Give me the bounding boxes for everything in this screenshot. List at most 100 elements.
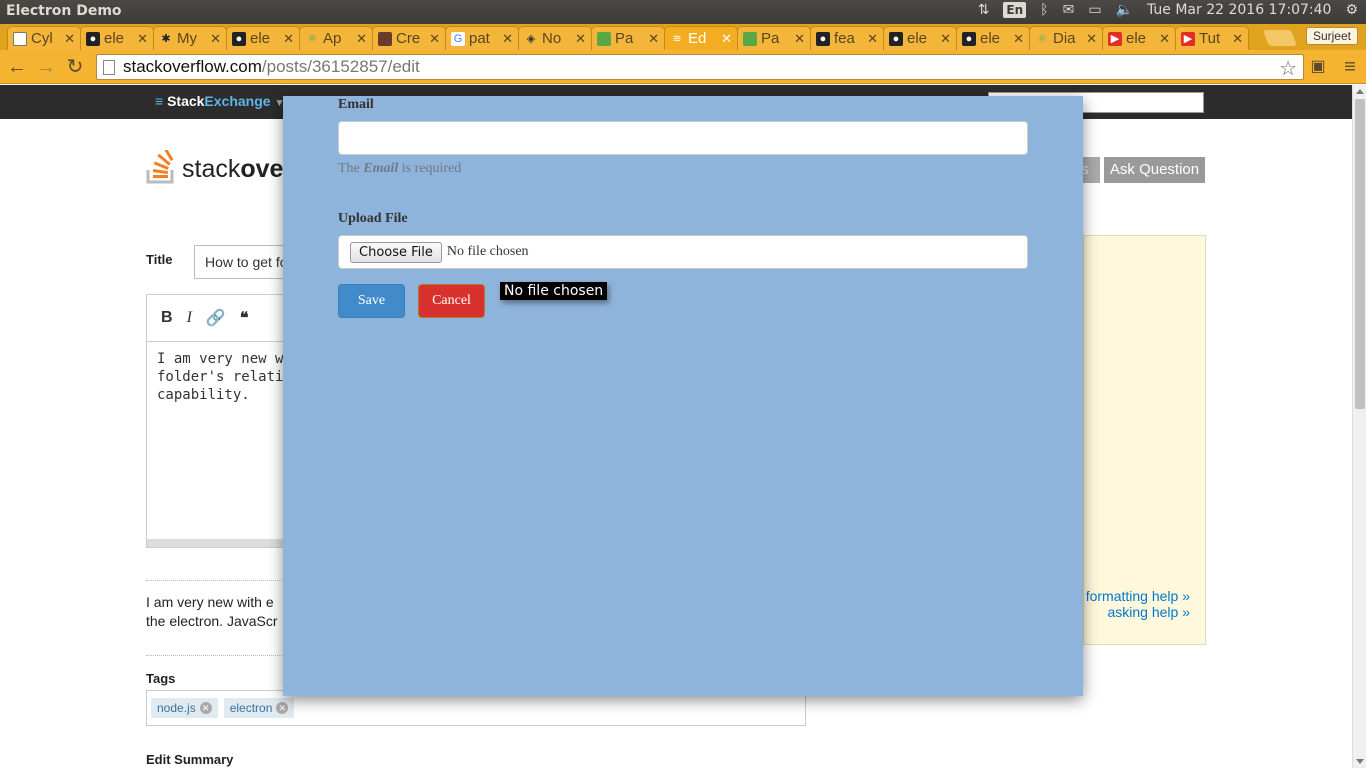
close-tab-icon[interactable]: ✕ bbox=[721, 31, 732, 47]
reload-icon[interactable]: ↻ bbox=[64, 56, 86, 78]
browser-tab[interactable]: ▶ Tut ✕ bbox=[1175, 26, 1249, 50]
browser-tab[interactable]: ● ele ✕ bbox=[956, 26, 1030, 50]
browser-tab[interactable]: ▶ ele ✕ bbox=[1102, 26, 1176, 50]
browser-tab[interactable]: Gpat ✕ bbox=[445, 26, 519, 50]
tab-label: Pa bbox=[761, 30, 780, 47]
volume-icon[interactable]: 🔈 bbox=[1116, 2, 1133, 18]
browser-tab[interactable]: Pa ✕ bbox=[737, 26, 811, 50]
link-icon[interactable]: 🔗 bbox=[206, 308, 226, 328]
bold-icon[interactable]: B bbox=[161, 309, 173, 327]
close-tab-icon[interactable]: ✕ bbox=[1159, 31, 1170, 47]
address-bar[interactable]: stackoverflow.com /posts/36152857/edit ☆ bbox=[96, 54, 1304, 80]
cube-icon bbox=[597, 31, 611, 46]
extension-icon[interactable]: ▣ bbox=[1307, 56, 1329, 78]
browser-tab[interactable]: ● ele ✕ bbox=[80, 26, 154, 50]
mail-icon[interactable]: ✉ bbox=[1063, 2, 1075, 18]
close-tab-icon[interactable]: ✕ bbox=[940, 31, 951, 47]
clock[interactable]: Tue Mar 22 2016 17:07:40 bbox=[1147, 2, 1331, 18]
tab-label: Tut bbox=[1199, 30, 1221, 47]
ask-question-button[interactable]: Ask Question bbox=[1104, 157, 1205, 183]
tab-label: ele bbox=[104, 30, 125, 47]
scrollbar-thumb[interactable] bbox=[1355, 99, 1365, 409]
italic-icon[interactable]: I bbox=[187, 309, 192, 327]
stackoverflow-wordmark: stackover bbox=[182, 155, 294, 183]
editor-resize-grip[interactable] bbox=[147, 539, 305, 547]
formatting-help-link[interactable]: formatting help » bbox=[1086, 588, 1190, 604]
browser-tab[interactable]: Pa ✕ bbox=[591, 26, 665, 50]
youtube-icon: ▶ bbox=[1108, 31, 1122, 46]
back-arrow-icon[interactable]: ← bbox=[6, 56, 28, 78]
close-tab-icon[interactable]: ✕ bbox=[1013, 31, 1024, 47]
bookmark-star-icon[interactable]: ☆ bbox=[1279, 56, 1297, 81]
stackoverflow-logo[interactable]: stackover bbox=[146, 150, 293, 184]
browser-tab[interactable]: ◈ No ✕ bbox=[518, 26, 592, 50]
forward-arrow-icon[interactable]: → bbox=[35, 56, 57, 78]
bluetooth-icon[interactable]: ᛒ bbox=[1040, 2, 1048, 18]
tab-label: pat bbox=[469, 30, 490, 47]
remove-tag-icon[interactable]: ✕ bbox=[199, 702, 212, 714]
se-brand-exchange: Exchange bbox=[204, 93, 271, 109]
keyboard-language-indicator[interactable]: En bbox=[1003, 2, 1027, 18]
browser-tab[interactable]: ⚛ Dia ✕ bbox=[1029, 26, 1103, 50]
choose-file-button[interactable]: Choose File bbox=[350, 241, 442, 263]
settings-gear-icon[interactable]: ⚙ bbox=[1345, 2, 1358, 18]
save-button[interactable]: Save bbox=[338, 284, 405, 318]
github-icon: ● bbox=[232, 31, 246, 46]
asking-help-link[interactable]: asking help » bbox=[1107, 604, 1190, 620]
browser-tab[interactable]: ● fea ✕ bbox=[810, 26, 884, 50]
close-tab-icon[interactable]: ✕ bbox=[429, 31, 440, 47]
remove-tag-icon[interactable]: ✕ bbox=[276, 702, 289, 714]
tab-label: Cre bbox=[396, 30, 421, 47]
github-icon: ● bbox=[816, 31, 830, 46]
github-icon: ● bbox=[86, 31, 100, 46]
tag-chip[interactable]: electron ✕ bbox=[223, 698, 295, 718]
close-tab-icon[interactable]: ✕ bbox=[867, 31, 878, 47]
close-tab-icon[interactable]: ✕ bbox=[283, 31, 294, 47]
editor-textarea[interactable]: I am very new w folder's relati capabili… bbox=[147, 341, 305, 539]
tab-label: Ed bbox=[688, 30, 707, 47]
blockquote-icon[interactable]: ❝ bbox=[240, 308, 249, 328]
close-tab-icon[interactable]: ✕ bbox=[794, 31, 805, 47]
close-tab-icon[interactable]: ✕ bbox=[648, 31, 659, 47]
title-input[interactable]: How to get fo bbox=[194, 245, 294, 279]
scroll-up-arrow-icon[interactable] bbox=[1356, 89, 1364, 94]
browser-tab[interactable]: Cyl ✕ bbox=[7, 26, 81, 50]
atom-icon: ⚛ bbox=[1037, 33, 1047, 45]
close-tab-icon[interactable]: ✕ bbox=[1232, 31, 1243, 47]
network-transfer-icon[interactable]: ⇅ bbox=[978, 2, 990, 18]
menu-hamburger-icon[interactable]: ≡ bbox=[1339, 56, 1361, 78]
browser-tab[interactable]: ● ele ✕ bbox=[226, 26, 300, 50]
email-field[interactable] bbox=[338, 121, 1028, 155]
profile-button[interactable]: Surjeet bbox=[1305, 27, 1358, 45]
browser-tab[interactable]: ≋ Ed ✕ bbox=[664, 26, 738, 50]
close-tab-icon[interactable]: ✕ bbox=[137, 31, 148, 47]
image-icon bbox=[378, 31, 392, 46]
close-tab-icon[interactable]: ✕ bbox=[356, 31, 367, 47]
stackoverflow-icon: ≋ bbox=[672, 33, 682, 45]
preview-line: the electron. JavaScr bbox=[146, 613, 278, 629]
stackexchange-menu[interactable]: ≡ StackExchange ▼ bbox=[155, 93, 284, 109]
email-validation-message: The Email is required bbox=[338, 161, 462, 176]
url-path: /posts/36152857/edit bbox=[261, 57, 420, 76]
email-label: Email bbox=[338, 97, 374, 112]
tag-chip[interactable]: node.js ✕ bbox=[151, 698, 218, 718]
scroll-down-arrow-icon[interactable] bbox=[1356, 759, 1364, 764]
cancel-button[interactable]: Cancel bbox=[418, 284, 485, 318]
tab-label: Cyl bbox=[31, 30, 53, 47]
close-tab-icon[interactable]: ✕ bbox=[575, 31, 586, 47]
edit-summary-label: Edit Summary bbox=[146, 752, 234, 767]
browser-tab[interactable]: ● ele ✕ bbox=[883, 26, 957, 50]
close-tab-icon[interactable]: ✕ bbox=[502, 31, 513, 47]
file-input[interactable]: Choose File No file chosen bbox=[338, 235, 1028, 269]
new-tab-button[interactable] bbox=[1263, 30, 1297, 46]
browser-tab[interactable]: Cre ✕ bbox=[372, 26, 446, 50]
close-tab-icon[interactable]: ✕ bbox=[64, 31, 75, 47]
browser-tab[interactable]: ✱ My ✕ bbox=[153, 26, 227, 50]
battery-icon[interactable]: ▭ bbox=[1088, 2, 1101, 18]
page-icon bbox=[13, 31, 27, 46]
close-tab-icon[interactable]: ✕ bbox=[210, 31, 221, 47]
page-scrollbar[interactable] bbox=[1352, 85, 1366, 768]
browser-tab[interactable]: ⚛ Ap ✕ bbox=[299, 26, 373, 50]
close-tab-icon[interactable]: ✕ bbox=[1086, 31, 1097, 47]
post-preview: I am very new with e the electron. JavaS… bbox=[146, 593, 286, 631]
